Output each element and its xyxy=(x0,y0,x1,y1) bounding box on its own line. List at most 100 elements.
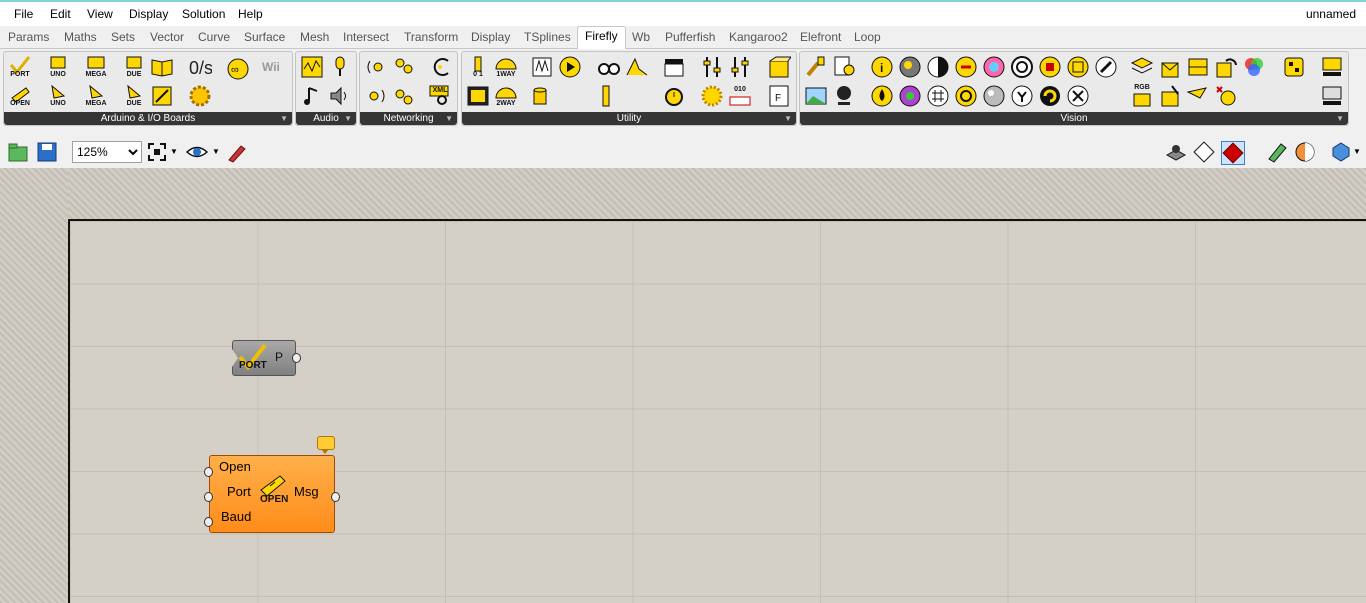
serial-port-component[interactable]: PORT P xyxy=(232,340,301,376)
waveform-icon[interactable] xyxy=(300,55,324,79)
droplet-icon[interactable] xyxy=(870,84,894,108)
checker-stack-icon[interactable] xyxy=(1320,55,1344,79)
input-grip-port[interactable] xyxy=(204,492,213,502)
checker-cursor-icon[interactable] xyxy=(1158,55,1182,79)
panel-expand-icon[interactable]: ▼ xyxy=(1336,112,1344,125)
infinity-icon[interactable]: ∞ xyxy=(226,57,250,81)
binoculars-icon[interactable] xyxy=(597,55,621,79)
color-picker-icon[interactable] xyxy=(954,55,978,79)
file-icon[interactable]: F xyxy=(767,84,791,108)
tab-loop[interactable]: Loop xyxy=(854,30,881,44)
viewport-shape-icon[interactable] xyxy=(1330,141,1352,163)
menu-file[interactable]: File xyxy=(14,7,33,21)
tab-wb[interactable]: Wb xyxy=(632,30,650,44)
serial-port-icon[interactable]: PORT xyxy=(8,55,32,79)
checkerboard-icon[interactable] xyxy=(1282,55,1306,79)
input-grip-baud[interactable] xyxy=(204,517,213,527)
play-icon[interactable] xyxy=(558,55,582,79)
tab-maths[interactable]: Maths xyxy=(64,30,97,44)
message-bubble-icon[interactable] xyxy=(317,436,335,454)
zoom-extents-icon[interactable] xyxy=(146,141,168,163)
due-write-icon[interactable]: DUE xyxy=(122,84,146,108)
rgb-venn-icon[interactable] xyxy=(1242,55,1266,79)
preview-mode-selected-icon[interactable] xyxy=(1221,141,1245,165)
menu-display[interactable]: Display xyxy=(129,7,168,21)
percent-icon[interactable]: 0/s xyxy=(188,55,213,79)
sketch-pen-icon[interactable] xyxy=(226,141,248,163)
refresh-icon[interactable] xyxy=(1038,84,1062,108)
menu-view[interactable]: View xyxy=(87,7,113,21)
paintbrush-icon[interactable] xyxy=(804,55,828,79)
panel-expand-icon[interactable]: ▼ xyxy=(280,112,288,125)
menu-edit[interactable]: Edit xyxy=(50,7,71,21)
sliders-alt-icon[interactable] xyxy=(728,55,752,79)
uno-write-icon[interactable]: UNO xyxy=(46,84,70,108)
tab-params[interactable]: Params xyxy=(8,30,49,44)
tab-elefront[interactable]: Elefront xyxy=(800,30,841,44)
layers-icon[interactable] xyxy=(1130,55,1154,79)
menu-help[interactable]: Help xyxy=(238,7,263,21)
wireless-receive-icon[interactable] xyxy=(364,55,388,79)
open-file-icon[interactable] xyxy=(7,141,29,163)
microphone-icon[interactable] xyxy=(328,55,352,79)
mega-write-icon[interactable]: MEGA xyxy=(84,84,108,108)
cross-circle-icon[interactable] xyxy=(1066,84,1090,108)
rgb-circle-icon[interactable] xyxy=(898,84,922,108)
grasshopper-canvas[interactable]: PORT P Open Port Baud OPEN Msg xyxy=(0,168,1366,603)
material-sphere-icon[interactable] xyxy=(1294,141,1316,163)
save-file-icon[interactable] xyxy=(36,141,58,163)
checker-stack-gray-icon[interactable] xyxy=(1320,84,1344,108)
tab-sets[interactable]: Sets xyxy=(111,30,135,44)
book-icon[interactable] xyxy=(150,55,174,79)
rotate-icon[interactable] xyxy=(1010,55,1034,79)
mega-read-icon[interactable]: MEGA xyxy=(84,55,108,79)
tab-mesh[interactable]: Mesh xyxy=(300,30,329,44)
gauge-2way-icon[interactable]: 2WAY xyxy=(494,84,518,108)
binary-icon[interactable]: 0 1 xyxy=(466,55,490,79)
cylinder-icon[interactable] xyxy=(530,84,554,108)
uno-read-icon[interactable]: UNO xyxy=(46,55,70,79)
point-target-icon[interactable] xyxy=(1214,84,1238,108)
palette-icon[interactable] xyxy=(982,84,1006,108)
book-layers-icon[interactable] xyxy=(1186,55,1210,79)
music-note-icon[interactable] xyxy=(300,84,324,108)
binary-counter-icon[interactable]: 010 xyxy=(728,84,752,108)
eraser-icon[interactable] xyxy=(1094,55,1118,79)
checker-rotate-icon[interactable] xyxy=(1214,55,1238,79)
ring-icon[interactable] xyxy=(954,84,978,108)
http-icon[interactable] xyxy=(428,55,452,79)
info-icon[interactable]: i xyxy=(870,55,894,79)
stop-icon[interactable] xyxy=(1038,55,1062,79)
xml-search-icon[interactable]: XML xyxy=(428,84,452,108)
tab-kangaroo2[interactable]: Kangaroo2 xyxy=(729,30,788,44)
pencil-icon[interactable] xyxy=(150,84,174,108)
layers-square-icon[interactable] xyxy=(1066,55,1090,79)
mesh-settings-icon[interactable] xyxy=(1266,141,1288,163)
highlighter-icon[interactable] xyxy=(1186,84,1210,108)
output-grip[interactable] xyxy=(292,353,301,363)
preview-eye-icon[interactable] xyxy=(185,141,209,163)
tab-pufferfish[interactable]: Pufferfish xyxy=(665,30,715,44)
grid-box-icon[interactable] xyxy=(767,55,792,79)
image-icon[interactable] xyxy=(804,84,828,108)
panel-expand-icon[interactable]: ▼ xyxy=(344,112,352,125)
panel-expand-icon[interactable]: ▼ xyxy=(784,112,792,125)
sliders-icon[interactable] xyxy=(700,55,724,79)
gauge-1way-icon[interactable]: 1WAY xyxy=(494,55,518,79)
ruler-icon[interactable] xyxy=(597,84,621,108)
gamma-icon[interactable] xyxy=(1010,84,1034,108)
tab-intersect[interactable]: Intersect xyxy=(343,30,389,44)
network-nodes-icon[interactable] xyxy=(392,55,416,79)
burst-icon[interactable] xyxy=(700,84,724,108)
clapperboard-icon[interactable] xyxy=(662,55,686,79)
gear-icon[interactable] xyxy=(188,84,212,108)
timer-icon[interactable] xyxy=(662,84,686,108)
tab-curve[interactable]: Curve xyxy=(198,30,230,44)
open-port-icon[interactable]: OPEN xyxy=(8,84,32,108)
zoom-select[interactable]: 125% xyxy=(72,141,142,163)
graph-peak-icon[interactable] xyxy=(625,55,649,79)
webcam-icon[interactable] xyxy=(832,84,856,108)
contrast-icon[interactable] xyxy=(926,55,950,79)
due-read-icon[interactable]: DUE xyxy=(122,55,146,79)
video-icon[interactable] xyxy=(832,55,856,79)
